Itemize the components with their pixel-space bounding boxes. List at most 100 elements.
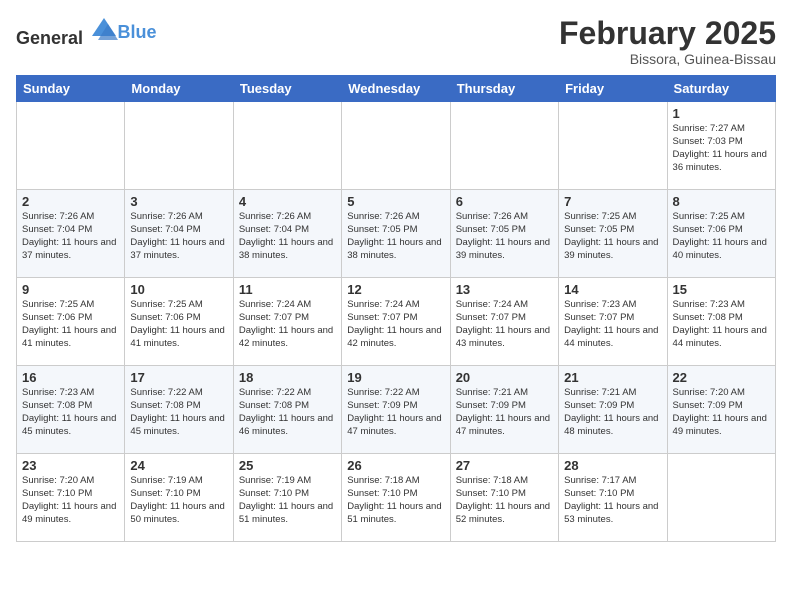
weekday-header: Tuesday bbox=[233, 76, 341, 102]
day-info: Sunrise: 7:20 AM Sunset: 7:09 PM Dayligh… bbox=[673, 387, 770, 438]
calendar-cell: 1 Sunrise: 7:27 AM Sunset: 7:03 PM Daylig… bbox=[667, 102, 775, 190]
weekday-header: Thursday bbox=[450, 76, 558, 102]
calendar-cell: 20 Sunrise: 7:21 AM Sunset: 7:09 PM Dayli… bbox=[450, 366, 558, 454]
day-number: 10 bbox=[130, 282, 227, 297]
day-number: 18 bbox=[239, 370, 336, 385]
day-info: Sunrise: 7:27 AM Sunset: 7:03 PM Dayligh… bbox=[673, 123, 770, 174]
day-number: 21 bbox=[564, 370, 661, 385]
weekday-header: Sunday bbox=[17, 76, 125, 102]
calendar-cell: 8Sunrise: 7:25 AM Sunset: 7:06 PM Daylig… bbox=[667, 190, 775, 278]
calendar-cell bbox=[342, 102, 450, 190]
day-number: 17 bbox=[130, 370, 227, 385]
weekday-header: Monday bbox=[125, 76, 233, 102]
calendar-cell: 15Sunrise: 7:23 AM Sunset: 7:08 PM Dayli… bbox=[667, 278, 775, 366]
day-info: Sunrise: 7:26 AM Sunset: 7:05 PM Dayligh… bbox=[456, 211, 553, 262]
calendar-cell: 17 Sunrise: 7:22 AM Sunset: 7:08 PM Dayli… bbox=[125, 366, 233, 454]
day-number: 25 bbox=[239, 458, 336, 473]
day-number: 14 bbox=[564, 282, 661, 297]
day-info: Sunrise: 7:24 AM Sunset: 7:07 PM Dayligh… bbox=[239, 299, 336, 350]
day-info: Sunrise: 7:26 AM Sunset: 7:04 PM Dayligh… bbox=[239, 211, 336, 262]
day-info: Sunrise: 7:25 AM Sunset: 7:05 PM Dayligh… bbox=[564, 211, 661, 262]
day-number: 6 bbox=[456, 194, 553, 209]
calendar-cell: 4 Sunrise: 7:26 AM Sunset: 7:04 PM Daylig… bbox=[233, 190, 341, 278]
day-info: Sunrise: 7:17 AM Sunset: 7:10 PM Dayligh… bbox=[564, 475, 661, 526]
day-info: Sunrise: 7:21 AM Sunset: 7:09 PM Dayligh… bbox=[456, 387, 553, 438]
calendar-week-row: 23Sunrise: 7:20 AM Sunset: 7:10 PM Dayli… bbox=[17, 454, 776, 542]
day-number: 13 bbox=[456, 282, 553, 297]
day-number: 3 bbox=[130, 194, 227, 209]
day-info: Sunrise: 7:21 AM Sunset: 7:09 PM Dayligh… bbox=[564, 387, 661, 438]
calendar-cell: 23Sunrise: 7:20 AM Sunset: 7:10 PM Dayli… bbox=[17, 454, 125, 542]
calendar-cell bbox=[559, 102, 667, 190]
day-info: Sunrise: 7:19 AM Sunset: 7:10 PM Dayligh… bbox=[239, 475, 336, 526]
day-number: 27 bbox=[456, 458, 553, 473]
day-info: Sunrise: 7:24 AM Sunset: 7:07 PM Dayligh… bbox=[456, 299, 553, 350]
day-info: Sunrise: 7:18 AM Sunset: 7:10 PM Dayligh… bbox=[456, 475, 553, 526]
day-info: Sunrise: 7:26 AM Sunset: 7:04 PM Dayligh… bbox=[22, 211, 119, 262]
day-info: Sunrise: 7:26 AM Sunset: 7:05 PM Dayligh… bbox=[347, 211, 444, 262]
calendar-cell: 28 Sunrise: 7:17 AM Sunset: 7:10 PM Dayli… bbox=[559, 454, 667, 542]
calendar-cell: 14 Sunrise: 7:23 AM Sunset: 7:07 PM Dayli… bbox=[559, 278, 667, 366]
day-number: 22 bbox=[673, 370, 770, 385]
day-number: 1 bbox=[673, 106, 770, 121]
calendar-cell: 3 Sunrise: 7:26 AM Sunset: 7:04 PM Daylig… bbox=[125, 190, 233, 278]
calendar-cell: 7 Sunrise: 7:25 AM Sunset: 7:05 PM Daylig… bbox=[559, 190, 667, 278]
calendar-cell bbox=[667, 454, 775, 542]
title-area: February 2025 Bissora, Guinea-Bissau bbox=[559, 16, 776, 67]
day-number: 28 bbox=[564, 458, 661, 473]
day-info: Sunrise: 7:25 AM Sunset: 7:06 PM Dayligh… bbox=[673, 211, 770, 262]
day-number: 5 bbox=[347, 194, 444, 209]
month-title: February 2025 bbox=[559, 16, 776, 51]
calendar-header-row: SundayMondayTuesdayWednesdayThursdayFrid… bbox=[17, 76, 776, 102]
day-info: Sunrise: 7:18 AM Sunset: 7:10 PM Dayligh… bbox=[347, 475, 444, 526]
day-info: Sunrise: 7:24 AM Sunset: 7:07 PM Dayligh… bbox=[347, 299, 444, 350]
day-info: Sunrise: 7:25 AM Sunset: 7:06 PM Dayligh… bbox=[130, 299, 227, 350]
calendar-cell: 19Sunrise: 7:22 AM Sunset: 7:09 PM Dayli… bbox=[342, 366, 450, 454]
day-info: Sunrise: 7:26 AM Sunset: 7:04 PM Dayligh… bbox=[130, 211, 227, 262]
day-number: 26 bbox=[347, 458, 444, 473]
weekday-header: Friday bbox=[559, 76, 667, 102]
day-number: 23 bbox=[22, 458, 119, 473]
day-info: Sunrise: 7:25 AM Sunset: 7:06 PM Dayligh… bbox=[22, 299, 119, 350]
logo: General Blue bbox=[16, 16, 157, 49]
day-info: Sunrise: 7:23 AM Sunset: 7:08 PM Dayligh… bbox=[22, 387, 119, 438]
calendar-cell: 25 Sunrise: 7:19 AM Sunset: 7:10 PM Dayli… bbox=[233, 454, 341, 542]
day-info: Sunrise: 7:22 AM Sunset: 7:08 PM Dayligh… bbox=[239, 387, 336, 438]
day-number: 7 bbox=[564, 194, 661, 209]
calendar-cell: 10 Sunrise: 7:25 AM Sunset: 7:06 PM Dayli… bbox=[125, 278, 233, 366]
calendar-table: SundayMondayTuesdayWednesdayThursdayFrid… bbox=[16, 75, 776, 542]
calendar-cell: 18 Sunrise: 7:22 AM Sunset: 7:08 PM Dayli… bbox=[233, 366, 341, 454]
day-number: 2 bbox=[22, 194, 119, 209]
calendar-cell: 24Sunrise: 7:19 AM Sunset: 7:10 PM Dayli… bbox=[125, 454, 233, 542]
day-info: Sunrise: 7:22 AM Sunset: 7:09 PM Dayligh… bbox=[347, 387, 444, 438]
logo-blue: Blue bbox=[118, 22, 157, 42]
calendar-cell: 5 Sunrise: 7:26 AM Sunset: 7:05 PM Daylig… bbox=[342, 190, 450, 278]
day-number: 16 bbox=[22, 370, 119, 385]
calendar-cell: 13 Sunrise: 7:24 AM Sunset: 7:07 PM Dayli… bbox=[450, 278, 558, 366]
calendar-cell: 27 Sunrise: 7:18 AM Sunset: 7:10 PM Dayli… bbox=[450, 454, 558, 542]
day-number: 11 bbox=[239, 282, 336, 297]
calendar-cell bbox=[450, 102, 558, 190]
weekday-header: Saturday bbox=[667, 76, 775, 102]
calendar-cell: 2 Sunrise: 7:26 AM Sunset: 7:04 PM Daylig… bbox=[17, 190, 125, 278]
day-number: 15 bbox=[673, 282, 770, 297]
calendar-cell: 11 Sunrise: 7:24 AM Sunset: 7:07 PM Dayli… bbox=[233, 278, 341, 366]
logo-icon bbox=[90, 16, 118, 44]
day-info: Sunrise: 7:22 AM Sunset: 7:08 PM Dayligh… bbox=[130, 387, 227, 438]
day-number: 20 bbox=[456, 370, 553, 385]
location-title: Bissora, Guinea-Bissau bbox=[559, 51, 776, 67]
calendar-cell: 9 Sunrise: 7:25 AM Sunset: 7:06 PM Daylig… bbox=[17, 278, 125, 366]
calendar-cell: 6 Sunrise: 7:26 AM Sunset: 7:05 PM Daylig… bbox=[450, 190, 558, 278]
calendar-cell: 22 Sunrise: 7:20 AM Sunset: 7:09 PM Dayli… bbox=[667, 366, 775, 454]
day-info: Sunrise: 7:23 AM Sunset: 7:07 PM Dayligh… bbox=[564, 299, 661, 350]
day-number: 4 bbox=[239, 194, 336, 209]
calendar-cell: 16 Sunrise: 7:23 AM Sunset: 7:08 PM Dayli… bbox=[17, 366, 125, 454]
day-number: 12 bbox=[347, 282, 444, 297]
page-header: General Blue February 2025 Bissora, Guin… bbox=[16, 16, 776, 67]
day-number: 24 bbox=[130, 458, 227, 473]
calendar-cell bbox=[17, 102, 125, 190]
calendar-week-row: 9 Sunrise: 7:25 AM Sunset: 7:06 PM Daylig… bbox=[17, 278, 776, 366]
calendar-week-row: 1 Sunrise: 7:27 AM Sunset: 7:03 PM Daylig… bbox=[17, 102, 776, 190]
day-number: 9 bbox=[22, 282, 119, 297]
weekday-header: Wednesday bbox=[342, 76, 450, 102]
